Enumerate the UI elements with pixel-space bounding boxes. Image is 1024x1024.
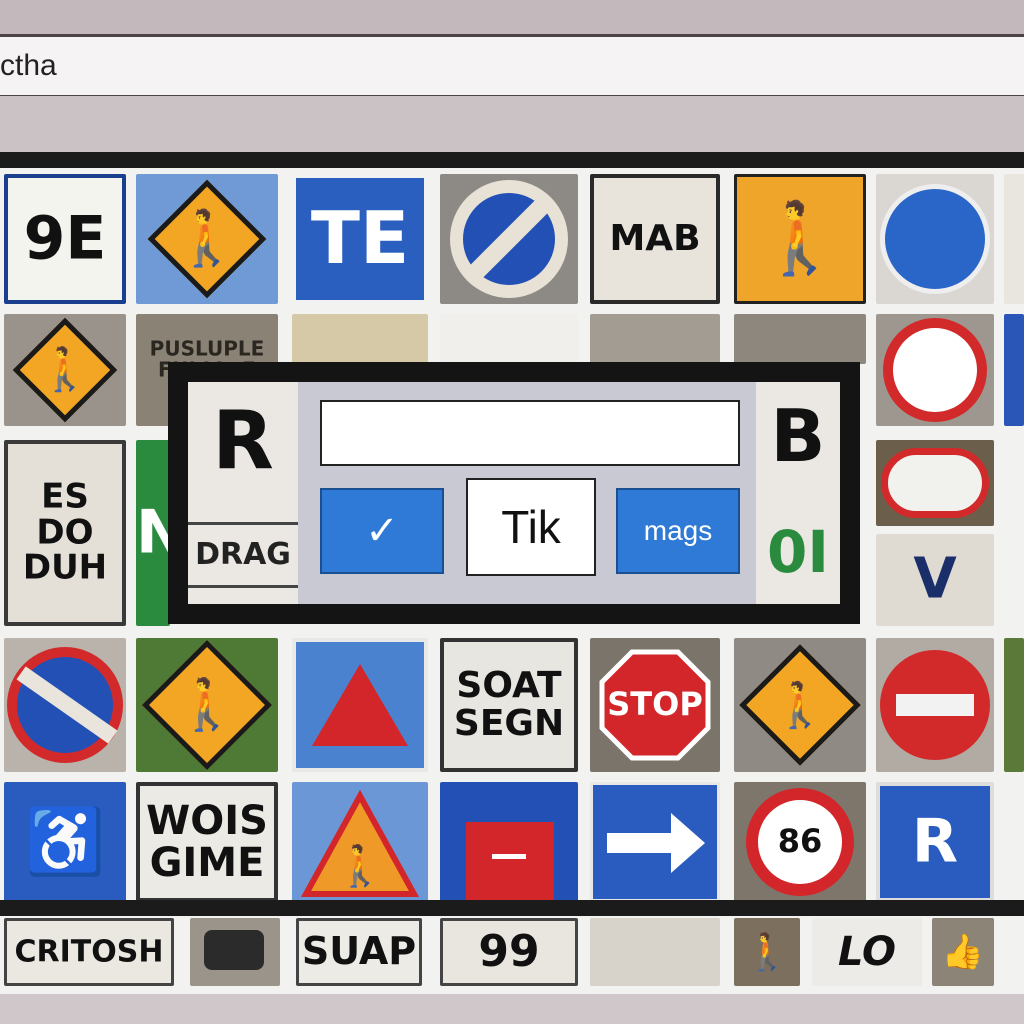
tile-drag[interactable]: DRAG xyxy=(188,522,298,588)
tile-no-entry-blue[interactable] xyxy=(440,174,578,304)
tile-sign-lo[interactable]: LO xyxy=(812,918,922,986)
tile-sign-mab[interactable]: MAB xyxy=(590,174,720,304)
tile-text: ES DO DUH xyxy=(22,476,108,588)
tile-thumbs-up[interactable]: 👍 xyxy=(932,918,994,986)
tile-text: WOIS GIME xyxy=(146,798,268,886)
no-parking-sign xyxy=(7,647,123,763)
tile-no-entry-red[interactable] xyxy=(876,638,994,772)
tile-text: SOAT SEGN xyxy=(453,665,565,744)
tile-text: 9E xyxy=(23,203,107,274)
tile-text: SUAP xyxy=(301,929,417,974)
tile-pedestrian-diamond[interactable]: 🚶 xyxy=(136,174,278,304)
pedestrian-icon: 🚶 xyxy=(772,681,828,730)
tile-red-circle-top[interactable] xyxy=(440,314,578,364)
tile-speed-86[interactable]: 86 xyxy=(734,782,866,902)
tile-sign-te[interactable]: TE xyxy=(292,174,428,304)
tile-text: 86 xyxy=(777,822,823,861)
tile-sign-critosh[interactable]: CRITOSH xyxy=(4,918,174,986)
tile-partial[interactable] xyxy=(1004,638,1024,772)
tile-pedestrian-diamond-2[interactable]: 🚶 xyxy=(4,314,126,426)
tile-sign-9e[interactable]: 9E xyxy=(4,174,126,304)
tile-stop-sign[interactable]: STOP xyxy=(590,638,720,772)
tile-text: V xyxy=(913,546,957,612)
tile-worker-triangle[interactable]: 🚶 xyxy=(292,782,428,902)
tile-blue-circle[interactable] xyxy=(876,174,994,304)
oval-sign xyxy=(881,448,989,518)
tile-red-triangle-top[interactable] xyxy=(590,314,720,364)
no-entry-sign xyxy=(880,650,990,760)
tile-text: TE xyxy=(310,196,410,281)
pedestrian-icon: 🚶 xyxy=(175,676,239,733)
tile-worker-diamond[interactable]: 🚶 xyxy=(136,638,278,772)
tile-sign-wois-gime[interactable]: WOIS GIME xyxy=(136,782,278,902)
tile-text: LO xyxy=(837,929,897,975)
tile-red-triangle-blue[interactable] xyxy=(292,638,428,772)
arrow-right-icon xyxy=(607,813,705,873)
tile-partial[interactable] xyxy=(1004,314,1024,426)
tile-arrow-right[interactable] xyxy=(590,782,720,902)
tile-text: N xyxy=(136,497,170,568)
tile-green-sign[interactable]: N xyxy=(136,440,170,626)
warning-triangle xyxy=(312,664,408,746)
verify-check-button[interactable]: ✓ xyxy=(320,488,444,574)
captcha-right-tiles: B 0I xyxy=(756,382,840,604)
checkmark-icon: ✓ xyxy=(365,509,399,553)
tile-pedestrian-diamond-3[interactable]: 🚶 xyxy=(734,638,866,772)
tile-no-parking[interactable] xyxy=(4,638,126,772)
tile-text: 99 xyxy=(478,925,540,977)
bottom-strip xyxy=(0,994,1024,1024)
mags-button[interactable]: mags xyxy=(616,488,740,574)
wheelchair-icon: ♿ xyxy=(25,805,105,878)
frame-top-border xyxy=(0,152,1024,168)
address-bar[interactable]: ctha xyxy=(0,34,1024,98)
tile-bars[interactable] xyxy=(590,918,720,986)
tile-letter-r[interactable]: R xyxy=(188,386,298,496)
pedestrian-icon: 🚶 xyxy=(756,199,844,277)
pedestrian-icon: 🚶 xyxy=(38,345,92,393)
tile-sign-99[interactable]: 99 xyxy=(440,918,578,986)
red-block xyxy=(466,822,554,902)
tik-label: Tik xyxy=(501,501,561,553)
tile-wheelchair[interactable]: ♿ xyxy=(4,782,126,902)
tile-partial[interactable] xyxy=(1004,174,1024,304)
tile-red-circle-2[interactable] xyxy=(876,314,994,426)
tile-letter-b[interactable]: B xyxy=(756,386,840,486)
tile-sign-r[interactable]: R xyxy=(876,782,994,902)
tik-button[interactable]: Tik xyxy=(466,478,596,576)
tile-walker[interactable]: 🚶 xyxy=(734,918,800,986)
pedestrian-icon: 🚶 xyxy=(173,208,241,269)
tile-text: CRITOSH xyxy=(14,934,164,970)
no-entry-sign xyxy=(883,318,987,422)
frame-bottom-border xyxy=(0,900,1024,916)
tile-yellow-top[interactable] xyxy=(734,314,866,364)
tile-text: R xyxy=(911,806,959,877)
tile-text: STOP xyxy=(607,685,703,724)
tile-sign-v[interactable]: V xyxy=(876,534,994,626)
captcha-input[interactable] xyxy=(320,400,740,466)
mags-label: mags xyxy=(643,515,713,546)
no-parking-sign xyxy=(450,180,568,298)
question-sign xyxy=(880,184,990,294)
tile-red-oval[interactable] xyxy=(876,440,994,526)
tile-sign-suap[interactable]: SUAP xyxy=(296,918,422,986)
captcha-left-tiles: R DRAG xyxy=(188,382,298,604)
tile-pedestrian-square[interactable]: 🚶 xyxy=(734,174,866,304)
pedestrian-icon: 🚶 xyxy=(335,844,385,889)
tile-sign-es-do-duh[interactable]: ES DO DUH xyxy=(4,440,126,626)
pedestrian-icon: 🚶 xyxy=(744,931,790,972)
speed-limit-sign: 86 xyxy=(746,788,854,896)
tile-red-square-blue[interactable] xyxy=(440,782,578,902)
captcha-dialog: R DRAG ✓ Tik mags B 0I xyxy=(168,362,860,624)
tile-square-outline[interactable] xyxy=(292,314,428,364)
tile-dark-sign[interactable] xyxy=(190,918,280,986)
toolbar-strip xyxy=(0,96,1024,156)
browser-top-bar xyxy=(0,0,1024,36)
thumbs-up-icon: 👍 xyxy=(941,933,985,971)
tile-text: MAB xyxy=(609,218,701,260)
captcha-panel: R DRAG ✓ Tik mags B 0I xyxy=(188,382,840,604)
address-text: ctha xyxy=(0,49,57,82)
tile-sign-soat-segn[interactable]: SOAT SEGN xyxy=(440,638,578,772)
tile-green-0i[interactable]: 0I xyxy=(756,506,840,598)
